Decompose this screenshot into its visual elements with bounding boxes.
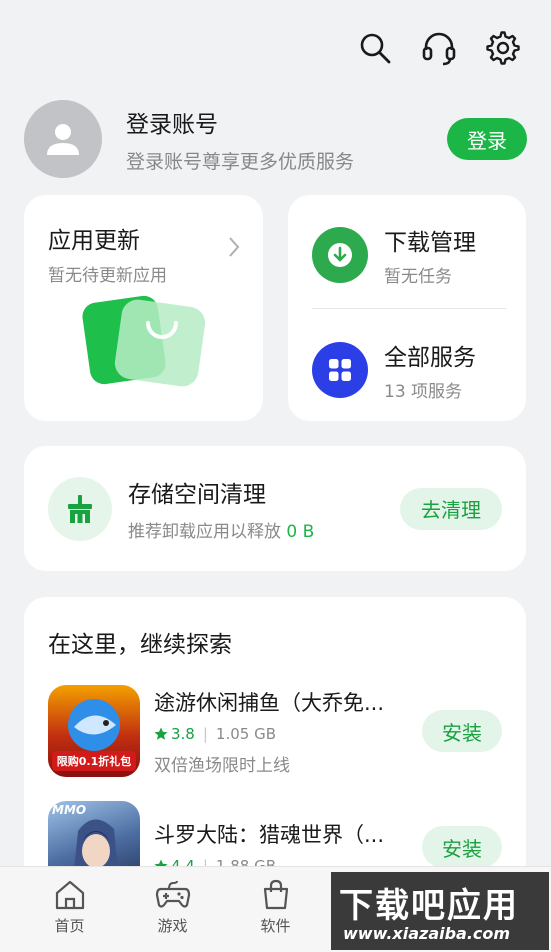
nav-label-games: 游戏 (157, 917, 188, 935)
account-title: 登录账号 (126, 111, 218, 138)
app-meta: 3.8 | 1.05 GB (154, 725, 422, 743)
app-update-card[interactable]: 应用更新 暂无待更新应用 (24, 195, 263, 421)
home-icon (55, 880, 84, 910)
download-manager-subtitle: 暂无任务 (384, 267, 452, 287)
gamepad-icon (155, 880, 190, 908)
account-section[interactable]: 登录账号 登录账号尊享更多优质服务 登录 (24, 98, 527, 180)
fishing-game-app-icon: 限购0.1折礼包 (48, 685, 140, 777)
shopping-bag-icon (263, 879, 288, 910)
nav-item-games[interactable]: 游戏 (121, 867, 224, 952)
all-services-subtitle: 13 项服务 (384, 382, 463, 402)
services-card: 下载管理 暂无任务 全部服务 13 项服务 (288, 195, 526, 421)
app-size: 1.05 GB (215, 724, 277, 743)
app-description: 双倍渔场限时上线 (154, 755, 290, 776)
customer-service-icon[interactable] (421, 30, 457, 66)
app-update-illustration-icon (82, 295, 206, 387)
app-update-subtitle: 暂无待更新应用 (48, 266, 167, 286)
app-list-item[interactable]: 限购0.1折礼包 途游休闲捕鱼（大乔免... 3.8 | 1.05 GB 双倍渔… (48, 685, 502, 777)
clean-button[interactable]: 去清理 (400, 487, 502, 530)
broom-icon (48, 476, 112, 541)
app-rating: 3.8 (171, 724, 195, 743)
storage-cleanup-card[interactable]: 存储空间清理 推荐卸载应用以释放 0 B 去清理 (24, 446, 526, 571)
watermark-url-text: www.xiazaiba.com (343, 924, 511, 943)
avatar[interactable] (24, 100, 102, 178)
app-icon-badge-text: 限购0.1折礼包 (56, 755, 132, 768)
login-button[interactable]: 登录 (447, 118, 527, 160)
grid-icon (312, 342, 368, 398)
install-button[interactable]: 安装 (422, 710, 502, 752)
meta-separator: | (202, 724, 208, 743)
download-icon (312, 227, 368, 283)
storage-free-value: 0 B (286, 522, 315, 542)
app-update-title: 应用更新 (48, 228, 140, 254)
storage-subtitle: 推荐卸载应用以释放 0 B (128, 522, 315, 542)
top-toolbar (357, 30, 521, 66)
app-icon-badge-text: MMO (52, 803, 87, 817)
app-name: 途游休闲捕鱼（大乔免... (154, 690, 385, 715)
watermark-big-text: 下载吧应用 (339, 886, 519, 926)
divider (312, 308, 506, 309)
chevron-right-icon (229, 237, 240, 257)
storage-title: 存储空间清理 (128, 482, 266, 508)
star-icon (154, 727, 168, 740)
account-subtitle: 登录账号尊享更多优质服务 (126, 150, 355, 173)
user-icon (47, 124, 79, 155)
all-services-row[interactable]: 全部服务 13 项服务 (312, 338, 506, 402)
nav-item-home[interactable]: 首页 (18, 867, 121, 952)
explore-title: 在这里，继续探索 (48, 632, 232, 658)
gear-icon[interactable] (485, 30, 521, 66)
nav-label-software: 软件 (260, 917, 291, 935)
explore-card: 在这里，继续探索 限购0.1折礼包 途游休闲捕鱼（大乔免... 3.8 | 1.… (24, 597, 526, 897)
app-name: 斗罗大陆：猎魂世界（... (154, 823, 385, 847)
watermark-logo: 下载吧应用 www.xiazaiba.com (331, 872, 549, 950)
download-manager-row[interactable]: 下载管理 暂无任务 (312, 223, 506, 287)
nav-label-home: 首页 (54, 917, 85, 935)
nav-item-software[interactable]: 软件 (224, 867, 327, 952)
search-icon[interactable] (357, 30, 393, 66)
install-button[interactable]: 安装 (422, 826, 502, 868)
download-manager-title: 下载管理 (384, 230, 476, 256)
all-services-title: 全部服务 (384, 345, 476, 371)
